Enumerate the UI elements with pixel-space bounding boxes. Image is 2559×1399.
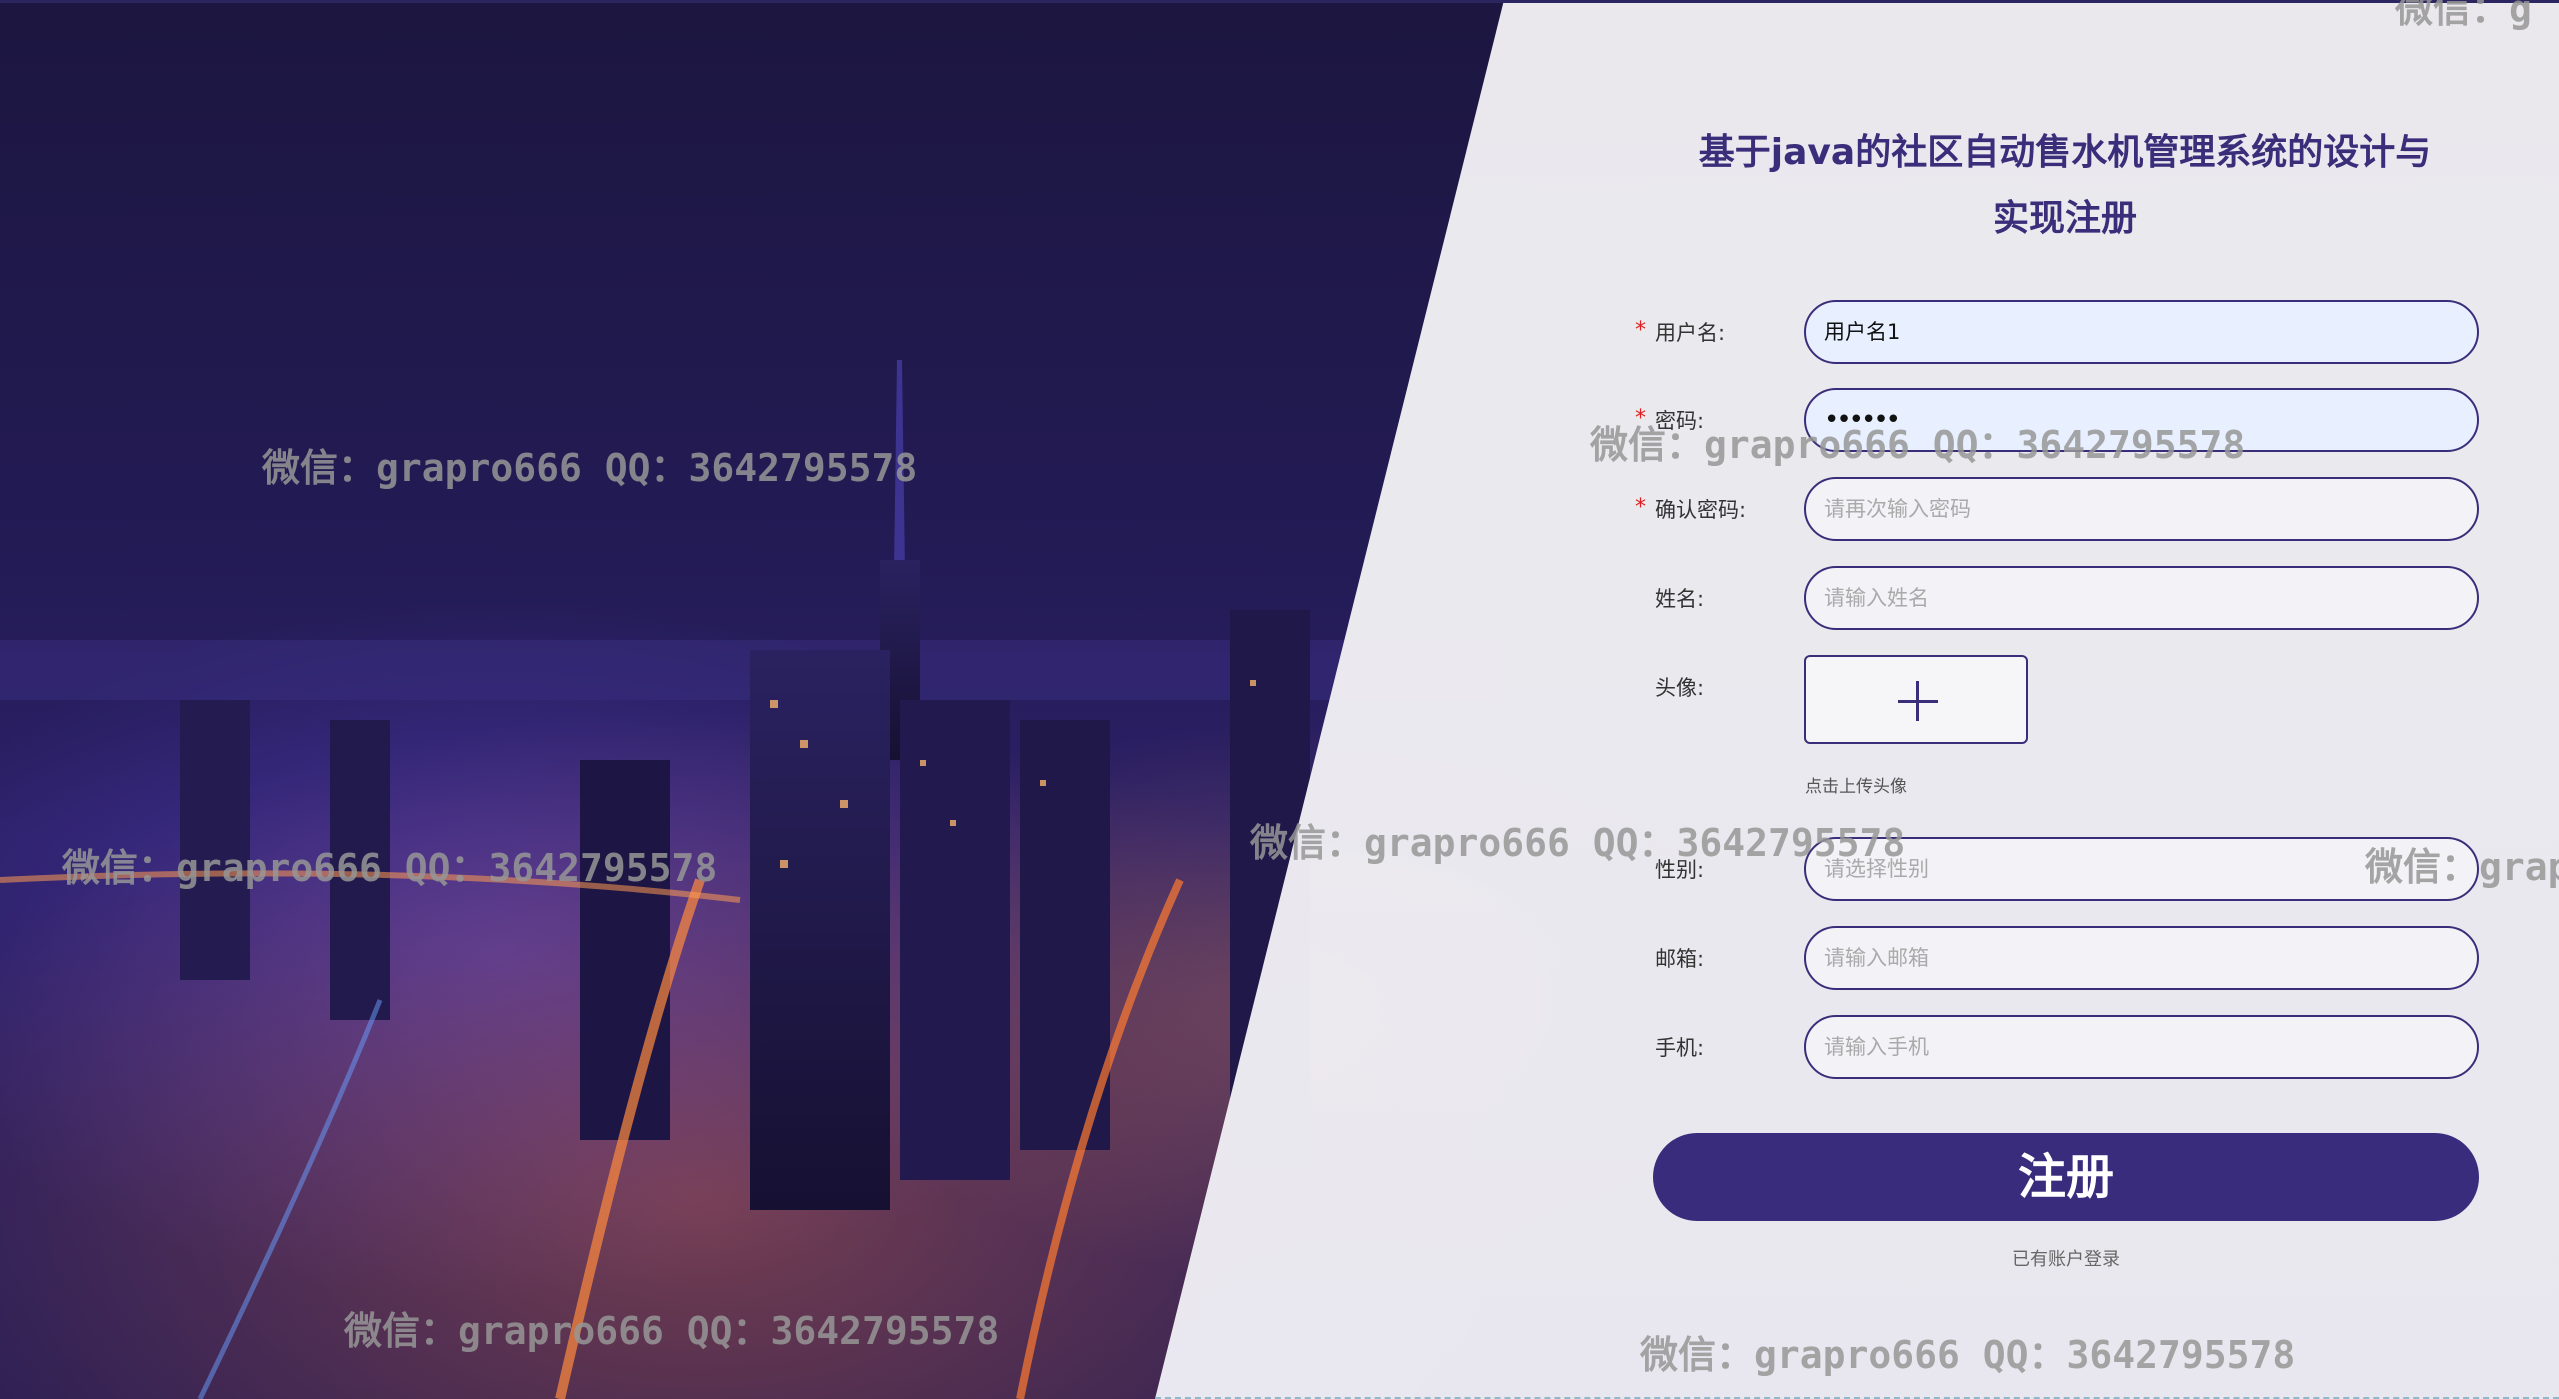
register-button[interactable]: 注册 bbox=[1653, 1133, 2479, 1221]
page-title: 基于java的社区自动售水机管理系统的设计与 实现注册 bbox=[1690, 120, 2440, 252]
login-link[interactable]: 已有账户登录 bbox=[1653, 1245, 2479, 1271]
watermark: 微信：grapro666 QQ：3642795578 bbox=[1590, 423, 2246, 467]
watermark: 微信：grapro666 QQ：3642795578 bbox=[62, 846, 718, 890]
upload-hint: 点击上传头像 bbox=[1805, 777, 1907, 797]
plus-icon-vertical bbox=[1916, 681, 1919, 721]
watermark: 微信：grap bbox=[2365, 845, 2559, 889]
top-border bbox=[0, 0, 2559, 3]
watermark: 微信：grapro666 QQ：3642795578 bbox=[1640, 1333, 2296, 1377]
watermark: 微信：grapro666 QQ：3642795578 bbox=[262, 446, 918, 490]
username-row: * 用户名: 用户名1 bbox=[1630, 300, 2480, 366]
required-mark: * bbox=[1635, 318, 1646, 343]
email-input[interactable]: 请输入邮箱 bbox=[1804, 926, 2479, 990]
username-input[interactable]: 用户名1 bbox=[1804, 300, 2479, 364]
name-label: 姓名: bbox=[1655, 587, 1705, 611]
phone-row: 手机: 请输入手机 bbox=[1630, 1015, 2480, 1081]
required-mark: * bbox=[1635, 495, 1646, 520]
watermark: 微信：g bbox=[2395, 0, 2532, 31]
confirm-password-row: * 确认密码: 请再次输入密码 bbox=[1630, 477, 2480, 543]
avatar-row: 头像: bbox=[1630, 655, 2480, 721]
avatar-label: 头像: bbox=[1655, 676, 1705, 700]
name-row: 姓名: 请输入姓名 bbox=[1630, 566, 2480, 632]
confirm-password-label: 确认密码: bbox=[1655, 498, 1747, 522]
phone-input[interactable]: 请输入手机 bbox=[1804, 1015, 2479, 1079]
email-label: 邮箱: bbox=[1655, 947, 1705, 971]
email-row: 邮箱: 请输入邮箱 bbox=[1630, 926, 2480, 992]
watermark: 微信：grapro666 QQ：3642795578 bbox=[1250, 821, 1906, 865]
confirm-password-input[interactable]: 请再次输入密码 bbox=[1804, 477, 2479, 541]
watermark: 微信：grapro666 QQ：3642795578 bbox=[344, 1309, 1000, 1353]
page-title-line2: 实现注册 bbox=[1992, 198, 2137, 239]
name-input[interactable]: 请输入姓名 bbox=[1804, 566, 2479, 630]
avatar-upload-button[interactable] bbox=[1804, 655, 2028, 744]
username-label: 用户名: bbox=[1655, 321, 1726, 345]
page-title-line1: 基于java的社区自动售水机管理系统的设计与 bbox=[1698, 132, 2432, 173]
phone-label: 手机: bbox=[1655, 1036, 1705, 1060]
